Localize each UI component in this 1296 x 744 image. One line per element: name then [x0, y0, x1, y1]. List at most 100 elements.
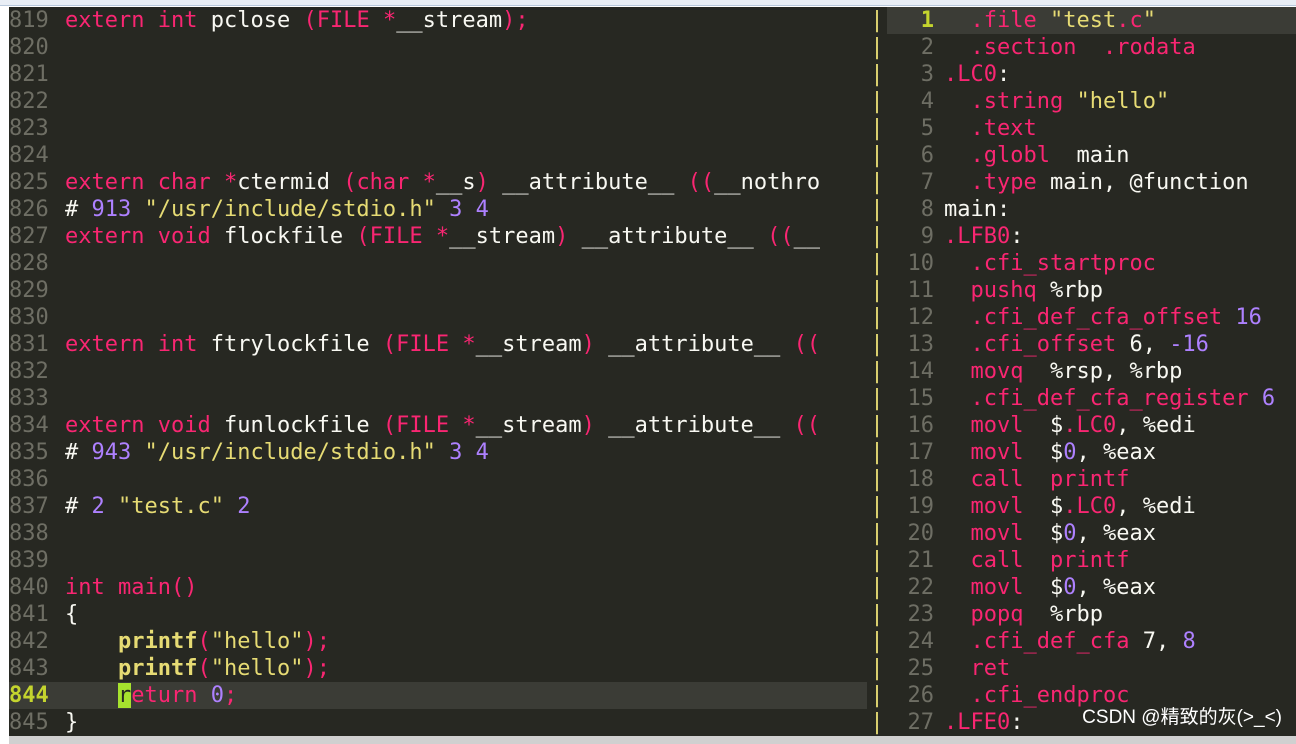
line-number: 13	[907, 332, 935, 357]
left-code-line[interactable]: 826 # 913 "/usr/include/stdio.h" 3 4	[9, 196, 867, 223]
right-code-line[interactable]: 11 pushq %rbp	[887, 277, 1296, 304]
divider-bar: |	[870, 62, 884, 87]
left-code-line[interactable]: 839	[9, 547, 867, 574]
line-number: 819	[9, 8, 49, 33]
line-number: 821	[9, 62, 49, 87]
divider-bar: |	[870, 170, 884, 195]
asm-text: movl $0, %eax	[970, 575, 1156, 600]
divider-bar: |	[870, 629, 884, 654]
line-number: 14	[907, 359, 935, 384]
right-code-line[interactable]: 22 movl $0, %eax	[887, 574, 1296, 601]
left-code-line[interactable]: 836	[9, 466, 867, 493]
right-code-line[interactable]: 4 .string "hello"	[887, 88, 1296, 115]
divider-bar: |	[870, 386, 884, 411]
left-code-line[interactable]: 831 extern int ftrylockfile (FILE *__stre…	[9, 331, 867, 358]
line-number: 26	[907, 683, 935, 708]
left-code-line[interactable]: 845}	[9, 709, 867, 736]
right-code-line[interactable]: 13 .cfi_offset 6, -16	[887, 331, 1296, 358]
line-number: 12	[907, 305, 935, 330]
vim-terminal[interactable]: 819 extern int pclose (FILE *__stream); 82…	[9, 7, 1296, 744]
code-text: extern int pclose (FILE *__stream);	[65, 8, 529, 33]
divider-bar: |	[870, 575, 884, 600]
line-number: 7	[920, 170, 934, 195]
divider-bar: |	[870, 548, 884, 573]
right-code-line[interactable]: 15 .cfi_def_cfa_register 6	[887, 385, 1296, 412]
line-number: 836	[9, 467, 49, 492]
left-code-line[interactable]: 830	[9, 304, 867, 331]
right-code-line[interactable]: 12 .cfi_def_cfa_offset 16	[887, 304, 1296, 331]
line-number: 10	[907, 251, 935, 276]
right-code-line[interactable]: 8 main:	[887, 196, 1296, 223]
right-code-line[interactable]: 9 .LFB0:	[887, 223, 1296, 250]
code-text: printf("hello");	[117, 656, 330, 681]
asm-text: call printf	[970, 548, 1130, 573]
line-number: 15	[907, 386, 935, 411]
left-code-line[interactable]: 838	[9, 520, 867, 547]
left-code-line[interactable]: 820	[9, 34, 867, 61]
right-code-line[interactable]: 14 movq %rsp, %rbp	[887, 358, 1296, 385]
line-number: 825	[9, 170, 49, 195]
left-code-line[interactable]: 843 printf("hello");	[9, 655, 867, 682]
line-number: 27	[907, 710, 935, 735]
divider-bar: |	[870, 467, 884, 492]
divider-bar: |	[870, 710, 884, 735]
left-code-line[interactable]: 822	[9, 88, 867, 115]
line-number: 22	[907, 575, 935, 600]
code-text: }	[65, 710, 79, 735]
right-code-line[interactable]: 19 movl $.LC0, %edi	[887, 493, 1296, 520]
left-code-line[interactable]: 837 # 2 "test.c" 2	[9, 493, 867, 520]
left-code-line[interactable]: 840 int main()	[9, 574, 867, 601]
left-code-line[interactable]: 833	[9, 385, 867, 412]
line-number: 822	[9, 89, 49, 114]
right-code-line[interactable]: 16 movl $.LC0, %edi	[887, 412, 1296, 439]
right-code-line[interactable]: 2 .section .rodata	[887, 34, 1296, 61]
right-code-line[interactable]: 17 movl $0, %eax	[887, 439, 1296, 466]
left-code-line[interactable]: 827 extern void flockfile (FILE *__stream…	[9, 223, 867, 250]
right-code-line[interactable]: 18 call printf	[887, 466, 1296, 493]
code-text: # 2 "test.c" 2	[65, 494, 251, 519]
left-code-line[interactable]: 832	[9, 358, 867, 385]
left-code-line[interactable]: 829	[9, 277, 867, 304]
divider-bar: |	[870, 521, 884, 546]
right-code-line[interactable]: 25 ret	[887, 655, 1296, 682]
text-cursor: r	[117, 683, 132, 708]
right-code-line[interactable]: 24 .cfi_def_cfa 7, 8	[887, 628, 1296, 655]
right-code-line[interactable]: 10 .cfi_startproc	[887, 250, 1296, 277]
left-code-line[interactable]: 842 printf("hello");	[9, 628, 867, 655]
line-number: 17	[907, 440, 935, 465]
line-number: 18	[907, 467, 935, 492]
right-code-line[interactable]: 21 call printf	[887, 547, 1296, 574]
code-text: extern int ftrylockfile (FILE *__stream)…	[65, 332, 821, 357]
left-code-line[interactable]: 835 # 943 "/usr/include/stdio.h" 3 4	[9, 439, 867, 466]
left-code-line[interactable]: 824	[9, 142, 867, 169]
line-number: 16	[907, 413, 935, 438]
left-editor-pane[interactable]: 819 extern int pclose (FILE *__stream); 82…	[9, 7, 867, 736]
line-number: 838	[9, 521, 49, 546]
right-code-line[interactable]: 6 .globl main	[887, 142, 1296, 169]
right-code-line[interactable]: 7 .type main, @function	[887, 169, 1296, 196]
divider-bar: |	[870, 224, 884, 249]
line-number: 3	[920, 62, 934, 87]
divider-bar: |	[870, 35, 884, 60]
left-code-line[interactable]: 828	[9, 250, 867, 277]
right-code-line[interactable]: 3 .LC0:	[887, 61, 1296, 88]
line-number: 837	[9, 494, 49, 519]
left-code-line[interactable]: 825 extern char *ctermid (char *__s) __at…	[9, 169, 867, 196]
asm-text: .LFE0:	[944, 710, 1024, 735]
right-code-line[interactable]: 1 .file "test.c"	[887, 7, 1296, 34]
left-code-line[interactable]: 819 extern int pclose (FILE *__stream);	[9, 7, 867, 34]
divider-bar: |	[870, 8, 884, 33]
line-number: 823	[9, 116, 49, 141]
code-text: return 0;	[117, 683, 238, 708]
line-number: 6	[920, 143, 934, 168]
left-code-line[interactable]: 841 {	[9, 601, 867, 628]
asm-text: .type main, @function	[970, 170, 1249, 195]
left-code-line[interactable]: 821	[9, 61, 867, 88]
left-code-line[interactable]: 844 return 0;	[9, 682, 867, 709]
right-code-line[interactable]: 20 movl $0, %eax	[887, 520, 1296, 547]
right-code-line[interactable]: 5 .text	[887, 115, 1296, 142]
left-code-line[interactable]: 834 extern void funlockfile (FILE *__stre…	[9, 412, 867, 439]
right-code-line[interactable]: 23 popq %rbp	[887, 601, 1296, 628]
left-code-line[interactable]: 823	[9, 115, 867, 142]
right-editor-pane[interactable]: 1 .file "test.c" 2 .section .rodata 3 .LC0:…	[887, 7, 1296, 736]
